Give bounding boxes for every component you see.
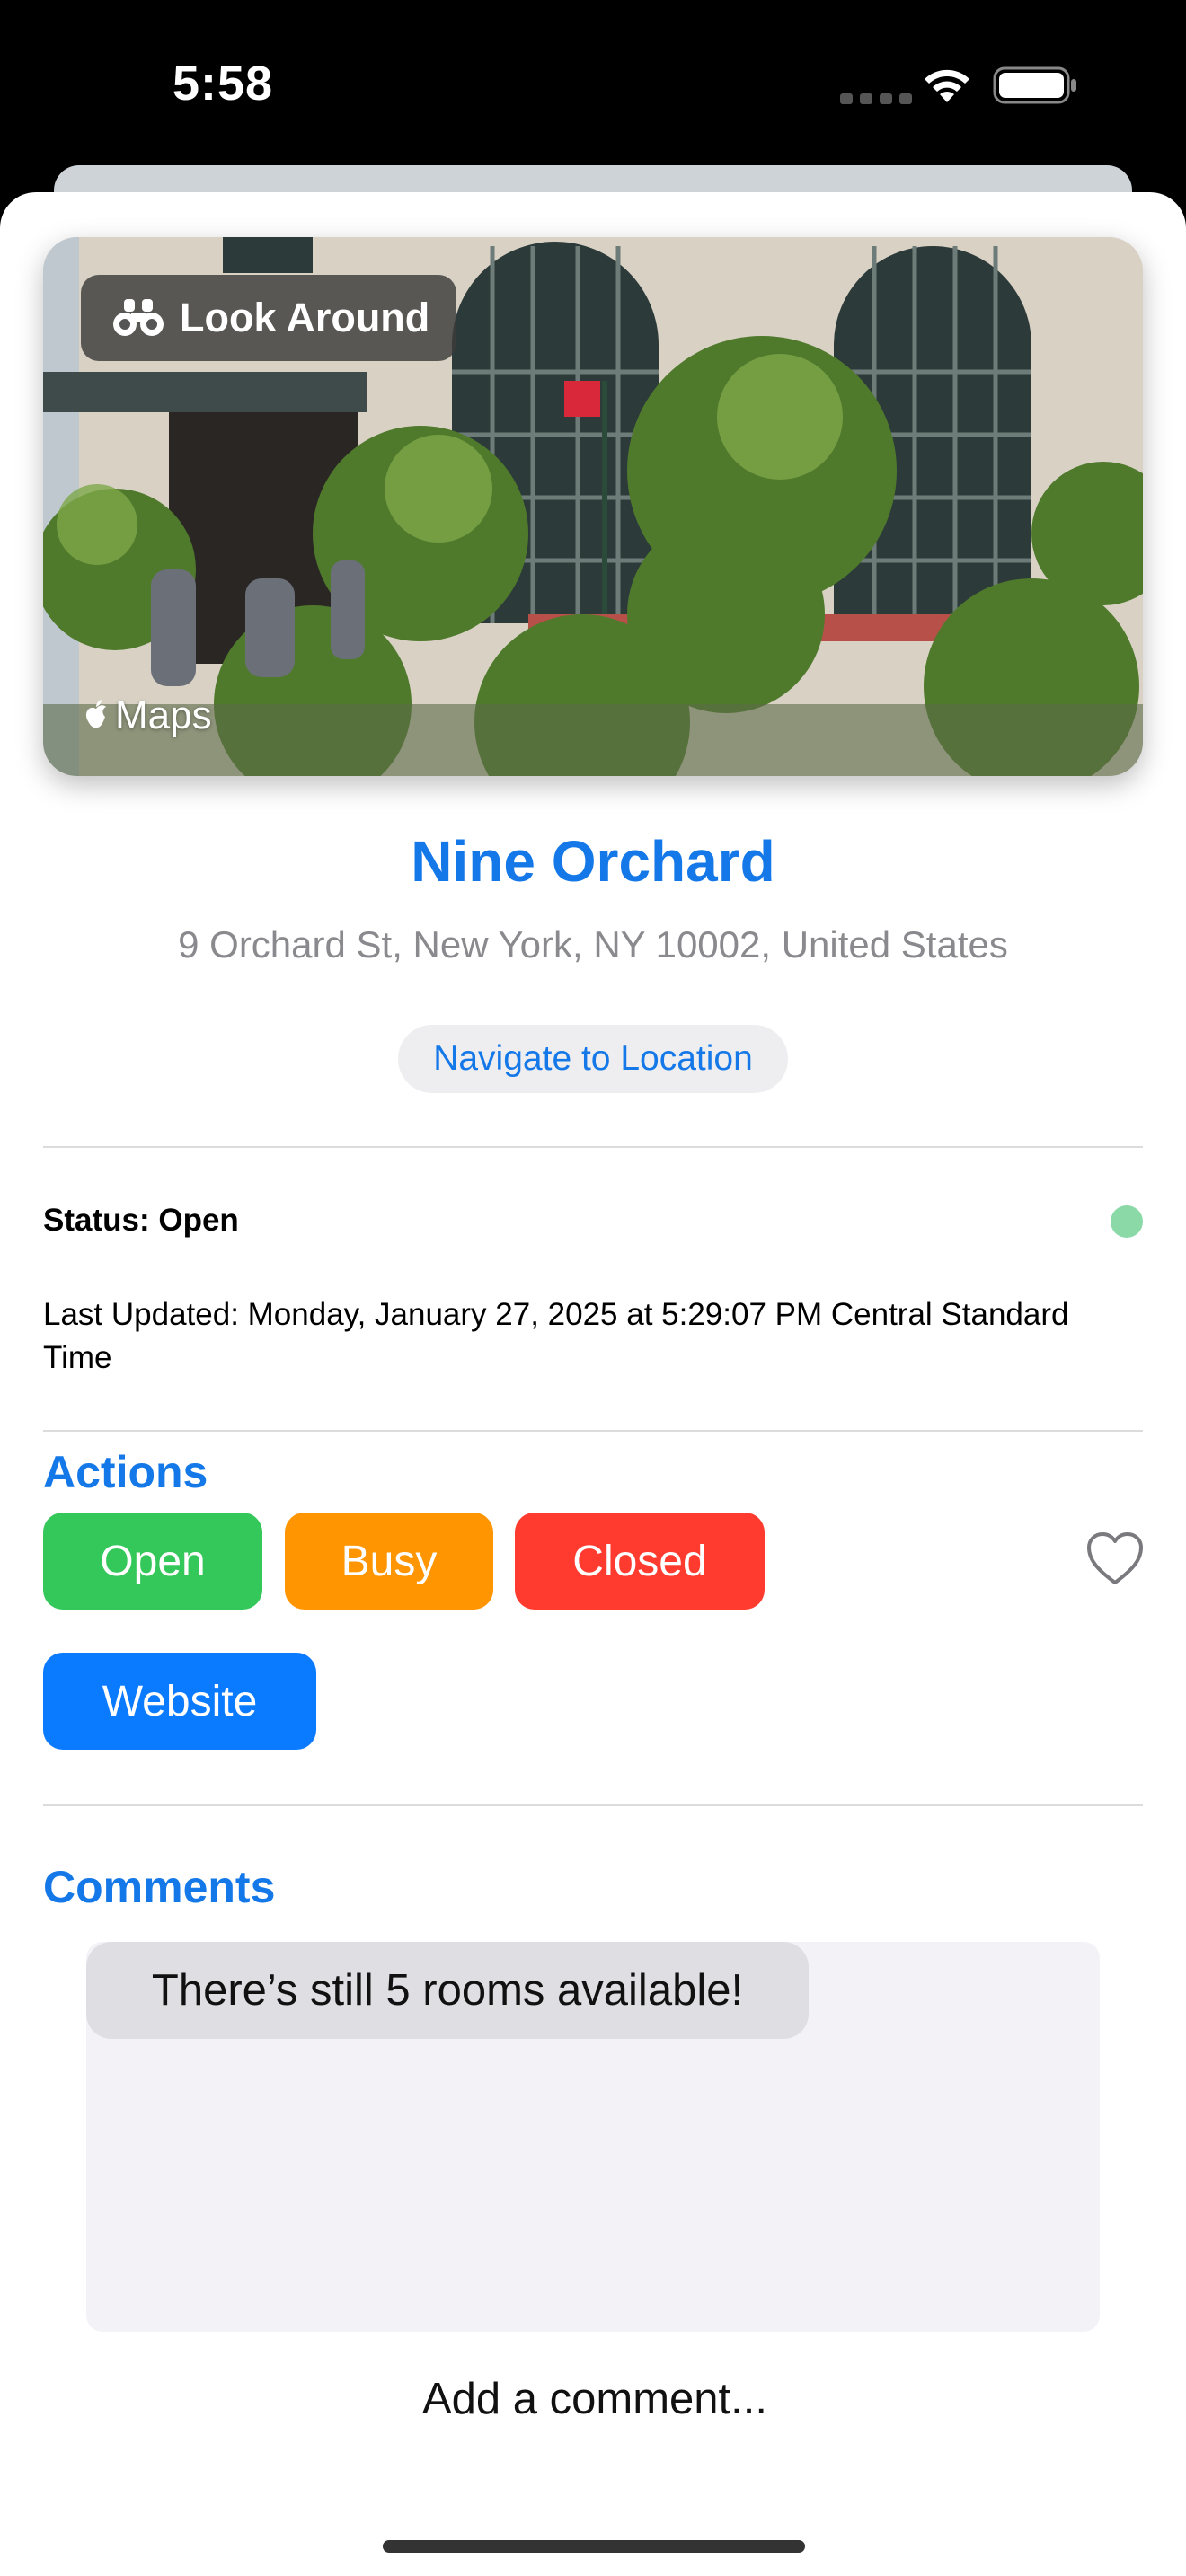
navigate-to-location-button[interactable]: Navigate to Location [398, 1025, 788, 1093]
favorite-heart-icon[interactable] [1085, 1531, 1145, 1586]
binoculars-icon [113, 299, 164, 336]
actions-section-title: Actions [43, 1447, 208, 1497]
status-time: 5:58 [173, 57, 274, 110]
look-around-button[interactable]: Look Around [81, 275, 457, 361]
look-around-preview[interactable]: Look Around Maps [43, 237, 1143, 776]
busy-status-button[interactable]: Busy [285, 1513, 493, 1610]
home-indicator[interactable] [383, 2540, 805, 2553]
last-updated-text: Last Updated: Monday, January 27, 2025 a… [43, 1297, 1069, 1375]
apple-maps-logo: Maps [81, 693, 212, 738]
website-button[interactable]: Website [43, 1653, 316, 1750]
add-comment-input[interactable] [0, 2373, 1186, 2425]
battery-icon [993, 66, 1076, 104]
look-around-label: Look Around [180, 295, 430, 340]
comment-bubble: There’s still 5 rooms available! [86, 1942, 809, 2039]
status-label: Status: Open [43, 1203, 239, 1238]
status-bar: 5:58 [0, 0, 1186, 171]
divider [43, 1146, 1143, 1148]
divider [43, 1804, 1143, 1806]
comments-section-title: Comments [43, 1862, 276, 1912]
closed-status-button[interactable]: Closed [515, 1513, 765, 1610]
wifi-icon [925, 69, 969, 102]
open-status-button[interactable]: Open [43, 1513, 262, 1610]
place-title: Nine Orchard [411, 829, 775, 894]
cellular-signal-icon [840, 93, 912, 104]
place-address: 9 Orchard St, New York, NY 10002, United… [178, 923, 1008, 966]
apple-logo-icon [85, 700, 106, 728]
divider [43, 1430, 1143, 1432]
maps-brand-text: Maps [115, 693, 212, 737]
status-indicator-dot [1111, 1205, 1143, 1238]
